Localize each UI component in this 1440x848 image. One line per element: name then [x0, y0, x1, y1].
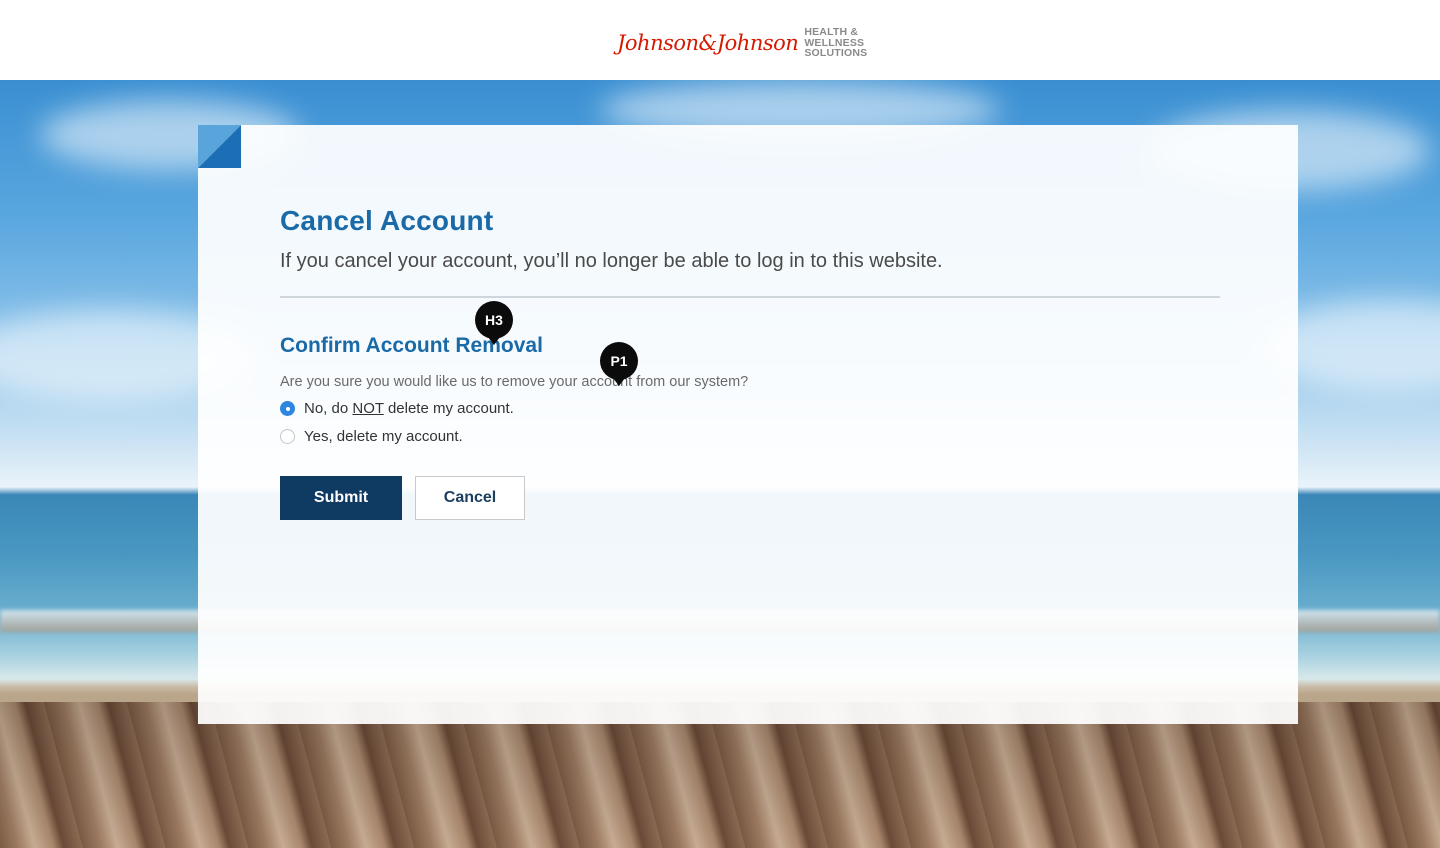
- submit-button[interactable]: Submit: [280, 476, 402, 520]
- cancel-button[interactable]: Cancel: [415, 476, 525, 520]
- option-delete-account-label: Yes, delete my account.: [304, 428, 463, 445]
- annotation-marker-p1: P1: [600, 342, 638, 386]
- option-keep-account-label: No, do NOT delete my account.: [304, 400, 514, 417]
- page-subtitle: If you cancel your account, you’ll no lo…: [280, 250, 943, 272]
- logo-subtitle: HEALTH & WELLNESS SOLUTIONS: [804, 27, 867, 59]
- confirm-removal-heading: Confirm Account Removal: [280, 334, 543, 357]
- logo-sub-line3: SOLUTIONS: [804, 47, 868, 60]
- section-divider: [280, 296, 1220, 298]
- brand-logo[interactable]: Johnson&Johnson HEALTH & WELLNESS SOLUTI…: [617, 26, 867, 60]
- radio-keep-account[interactable]: [280, 401, 295, 416]
- confirm-question: Are you sure you would like us to remove…: [280, 374, 749, 390]
- logo-wordmark: Johnson&Johnson: [617, 30, 799, 55]
- folded-corner-decoration: [198, 125, 241, 168]
- annotation-marker-h3: H3: [475, 301, 513, 345]
- option-delete-account[interactable]: Yes, delete my account.: [280, 428, 463, 445]
- site-header: Johnson&Johnson HEALTH & WELLNESS SOLUTI…: [0, 0, 1440, 80]
- option-keep-account[interactable]: No, do NOT delete my account.: [280, 400, 514, 417]
- radio-delete-account[interactable]: [280, 429, 295, 444]
- page-title: Cancel Account: [280, 205, 494, 236]
